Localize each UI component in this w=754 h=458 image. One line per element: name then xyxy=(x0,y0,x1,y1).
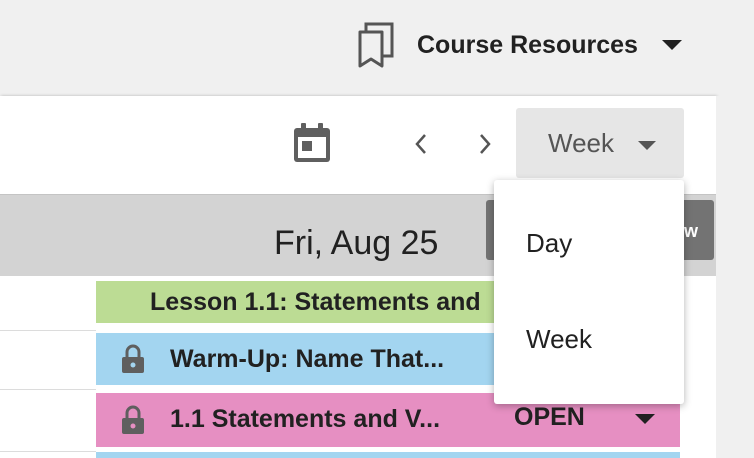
view-select[interactable]: Week xyxy=(516,108,684,178)
course-resources-button[interactable]: Course Resources xyxy=(356,22,682,68)
lock-icon xyxy=(122,405,144,434)
lock-icon xyxy=(122,344,144,373)
menu-item-day[interactable]: Day xyxy=(494,196,684,292)
calendar-icon[interactable] xyxy=(292,122,332,164)
grid-divider xyxy=(0,330,96,331)
activity-title: Warm-Up: Name That... xyxy=(170,345,445,373)
status-label: OPEN xyxy=(514,403,585,431)
menu-item-week[interactable]: Week xyxy=(494,292,684,388)
chevron-right-icon[interactable] xyxy=(470,128,500,160)
day-title: Fri, Aug 25 xyxy=(274,224,439,262)
chevron-down-icon xyxy=(638,141,656,150)
chevron-left-icon[interactable] xyxy=(406,128,436,160)
lesson-title: Lesson 1.1: Statements and xyxy=(150,288,481,316)
header-action-label: w xyxy=(683,221,698,241)
top-bar: Course Resources xyxy=(0,0,754,96)
menu-item-label: Day xyxy=(526,228,573,258)
view-dropdown-menu: Day Week xyxy=(494,180,684,404)
activity-title: 1.1 Statements and V... xyxy=(170,405,441,433)
scroll-strip xyxy=(716,96,754,458)
course-resources-label: Course Resources xyxy=(417,30,638,59)
activity-row[interactable] xyxy=(96,452,680,458)
chevron-down-icon xyxy=(661,40,682,50)
chevron-down-icon[interactable] xyxy=(635,414,655,424)
view-select-value: Week xyxy=(548,128,614,158)
grid-divider xyxy=(0,451,96,452)
menu-item-label: Week xyxy=(526,324,592,354)
time-grid-column xyxy=(0,276,96,458)
grid-divider xyxy=(0,389,96,390)
book-icon xyxy=(358,22,394,68)
